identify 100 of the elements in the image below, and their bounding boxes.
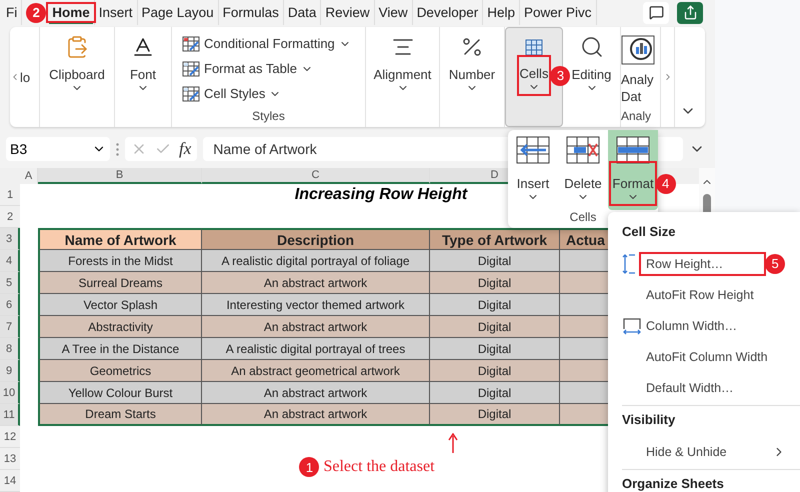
- search-icon: [580, 35, 604, 60]
- insert-cells-icon: [516, 136, 550, 164]
- step-badge: 2: [26, 2, 46, 23]
- table-cell: [560, 250, 608, 272]
- row-header[interactable]: 3: [0, 228, 20, 250]
- row-header[interactable]: 1: [0, 184, 20, 206]
- table-cell: An abstract artwork: [202, 382, 430, 404]
- group-title: Analy: [621, 108, 652, 123]
- panel-title: Cells: [568, 210, 598, 224]
- table-cell: [560, 272, 608, 294]
- comments-button[interactable]: [643, 2, 669, 24]
- ribbon-tab[interactable]: Insert: [96, 3, 136, 22]
- column-header[interactable]: B: [38, 168, 202, 184]
- column-header[interactable]: C: [202, 168, 430, 184]
- table-cell: [560, 404, 608, 426]
- table-cell: Digital: [430, 404, 560, 426]
- ribbon-tab[interactable]: Power Pivc: [521, 3, 595, 22]
- styles-menu-button[interactable]: Format as Table: [182, 56, 351, 82]
- table-cell: Vector Splash: [38, 294, 202, 316]
- row-header[interactable]: 5: [0, 272, 20, 294]
- column-heading: Type of Artwork: [430, 228, 560, 250]
- table-cell: Digital: [430, 294, 560, 316]
- row-header[interactable]: 14: [0, 470, 20, 492]
- row-header[interactable]: 2: [0, 206, 20, 228]
- styles-menu-button[interactable]: Conditional Formatting: [182, 31, 351, 56]
- styles-menu-button[interactable]: Cell Styles: [182, 81, 351, 106]
- format-cells-icon: [616, 136, 650, 164]
- ribbon-tab[interactable]: Data: [284, 3, 320, 22]
- ribbon-tab[interactable]: Developer: [414, 3, 482, 22]
- share-button[interactable]: [677, 2, 703, 24]
- table-cell: An abstract artwork: [202, 272, 430, 294]
- table-cell: Forests in the Midst: [38, 250, 202, 272]
- ribbon-group-button[interactable]: Font: [130, 67, 156, 82]
- table-cell: An abstract artwork: [202, 316, 430, 338]
- group-label: lo: [20, 70, 30, 84]
- row-header[interactable]: 4: [0, 250, 20, 272]
- table-cell: A realistic digital portrayal of foliage: [202, 250, 430, 272]
- row-header[interactable]: 13: [0, 448, 20, 470]
- menu-item[interactable]: AutoFit Column Width: [608, 341, 800, 372]
- analyze-data-button[interactable]: Analy Dat: [621, 71, 654, 106]
- drag-handle-icon[interactable]: [116, 142, 119, 156]
- row-header[interactable]: 7: [0, 316, 20, 338]
- step-badge: 3: [550, 66, 570, 86]
- ribbon-tab[interactable]: View: [376, 3, 411, 22]
- table-cell: [560, 338, 608, 360]
- table-cell: Geometrics: [38, 360, 202, 382]
- row-height-icon: [622, 254, 636, 274]
- chart-magnifier-icon: [621, 35, 655, 66]
- menu-item[interactable]: AutoFit Row Height: [608, 279, 800, 310]
- table-cell: A Tree in the Distance: [38, 338, 202, 360]
- ribbon-tab[interactable]: Home: [49, 3, 93, 24]
- table-cell: A realistic digital portrayal of trees: [202, 338, 430, 360]
- ribbon-tab[interactable]: Review: [322, 3, 373, 22]
- menu-item[interactable]: Row Height… 5: [608, 248, 800, 279]
- panel-button[interactable]: Delete: [564, 176, 602, 191]
- annotation-text: Select the dataset: [323, 458, 435, 476]
- ribbon-tab[interactable]: Help: [484, 3, 518, 22]
- ribbon-tab[interactable]: Page Layou: [138, 3, 217, 22]
- panel-button[interactable]: Format: [612, 176, 654, 191]
- ribbon-group-button[interactable]: Clipboard: [49, 67, 105, 82]
- delete-cells-icon: [566, 136, 600, 164]
- menu-heading: Organize Sheets: [621, 475, 725, 492]
- name-box[interactable]: B3: [6, 137, 110, 162]
- table-cell: Dream Starts: [38, 404, 202, 426]
- table-cell: Yellow Colour Burst: [38, 382, 202, 404]
- row-header[interactable]: 9: [0, 360, 20, 382]
- table-cell: Surreal Dreams: [38, 272, 202, 294]
- menu-item[interactable]: Hide & Unhide: [608, 436, 800, 467]
- share-icon: [682, 5, 698, 20]
- ribbon-group-button[interactable]: Cells: [520, 66, 548, 82]
- table-cell: [560, 294, 608, 316]
- ribbon-group-button[interactable]: Number: [448, 67, 496, 82]
- table-cell: An abstract geometrical artwork: [202, 360, 430, 382]
- menu-heading: Visibility: [621, 411, 676, 429]
- ribbon-group-button[interactable]: Alignment: [374, 67, 432, 82]
- table-style-icon: [182, 60, 200, 77]
- menu-item[interactable]: Column Width…: [608, 310, 800, 341]
- ribbon-tab[interactable]: Formulas: [220, 3, 282, 22]
- table-cell: Digital: [430, 382, 560, 404]
- insert-function-button[interactable]: fx: [179, 139, 192, 160]
- table-cell: Digital: [430, 272, 560, 294]
- menu-item[interactable]: Default Width…: [608, 372, 800, 403]
- row-header[interactable]: 12: [0, 426, 20, 448]
- column-heading: Actua: [560, 228, 608, 250]
- column-width-icon: [622, 316, 642, 334]
- table-cell: [560, 316, 608, 338]
- row-header[interactable]: 10: [0, 382, 20, 404]
- sheet-title: Increasing Row Height: [294, 185, 468, 205]
- step-badge: 1: [299, 457, 320, 477]
- comment-icon: [648, 5, 664, 20]
- table-cell: Digital: [430, 338, 560, 360]
- arrow-icon: [448, 433, 458, 453]
- row-header[interactable]: 6: [0, 294, 20, 316]
- row-header[interactable]: 11: [0, 404, 20, 426]
- table-cell: An abstract artwork: [202, 404, 430, 426]
- row-header[interactable]: 8: [0, 338, 20, 360]
- conditional-format-icon: [182, 36, 200, 52]
- ribbon-tab[interactable]: Fi: [3, 3, 20, 22]
- menu-heading: Cell Size: [621, 223, 676, 241]
- ribbon-group-button[interactable]: Editing: [572, 67, 612, 82]
